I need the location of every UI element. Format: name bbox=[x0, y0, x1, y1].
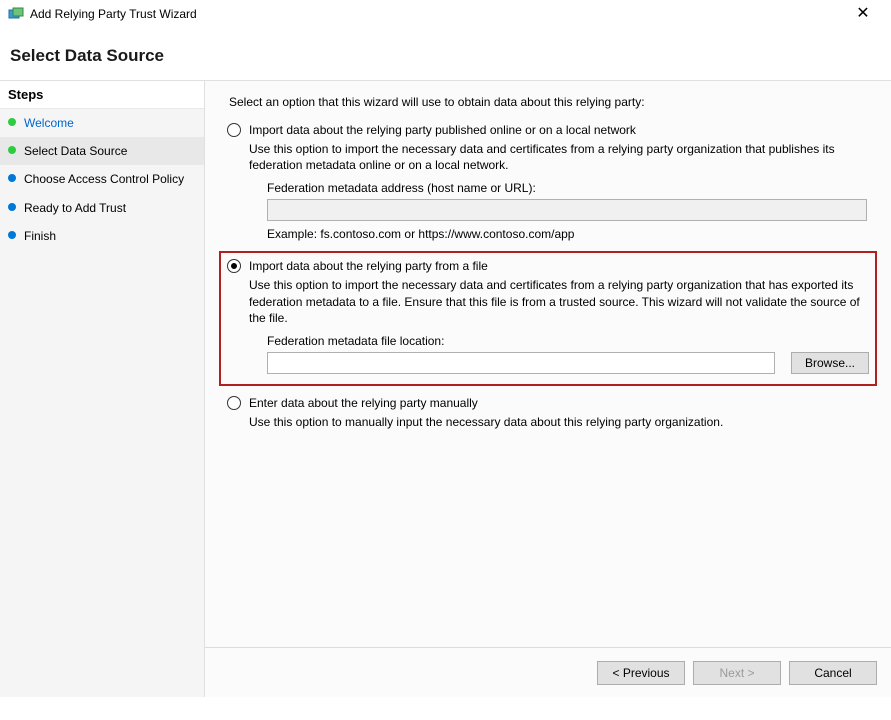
step-label: Ready to Add Trust bbox=[24, 200, 126, 216]
cancel-button[interactable]: Cancel bbox=[789, 661, 877, 685]
step-welcome[interactable]: Welcome bbox=[0, 109, 204, 137]
option-desc: Use this option to import the necessary … bbox=[249, 277, 869, 326]
radio-icon bbox=[227, 396, 241, 410]
step-ready-to-add-trust[interactable]: Ready to Add Trust bbox=[0, 194, 204, 222]
step-label: Choose Access Control Policy bbox=[24, 171, 184, 187]
metadata-file-input[interactable] bbox=[267, 352, 775, 374]
metadata-file-label: Federation metadata file location: bbox=[267, 334, 869, 348]
previous-button[interactable]: < Previous bbox=[597, 661, 685, 685]
option-import-online: Import data about the relying party publ… bbox=[219, 121, 877, 251]
app-icon bbox=[8, 6, 24, 22]
radio-label: Enter data about the relying party manua… bbox=[249, 396, 478, 410]
step-label: Welcome bbox=[24, 115, 74, 131]
radio-import-file[interactable]: Import data about the relying party from… bbox=[227, 259, 869, 273]
window-title: Add Relying Party Trust Wizard bbox=[30, 7, 843, 21]
radio-icon bbox=[227, 123, 241, 137]
metadata-address-input bbox=[267, 199, 867, 221]
steps-sidebar: Steps Welcome Select Data Source Choose … bbox=[0, 81, 205, 697]
radio-label: Import data about the relying party publ… bbox=[249, 123, 636, 137]
content-panel: Select an option that this wizard will u… bbox=[205, 81, 891, 697]
instruction-text: Select an option that this wizard will u… bbox=[229, 95, 877, 109]
option-desc: Use this option to manually input the ne… bbox=[249, 414, 869, 430]
next-button: Next > bbox=[693, 661, 781, 685]
wizard-footer: < Previous Next > Cancel bbox=[205, 647, 891, 697]
step-label: Select Data Source bbox=[24, 143, 127, 159]
step-label: Finish bbox=[24, 228, 56, 244]
step-choose-access-control[interactable]: Choose Access Control Policy bbox=[0, 165, 204, 193]
radio-manual[interactable]: Enter data about the relying party manua… bbox=[227, 396, 869, 410]
page-heading: Select Data Source bbox=[0, 28, 891, 80]
bullet-icon bbox=[8, 203, 16, 211]
step-select-data-source[interactable]: Select Data Source bbox=[0, 137, 204, 165]
option-import-file: Import data about the relying party from… bbox=[219, 251, 877, 386]
browse-button[interactable]: Browse... bbox=[791, 352, 869, 374]
bullet-icon bbox=[8, 146, 16, 154]
option-desc: Use this option to import the necessary … bbox=[249, 141, 869, 173]
step-finish[interactable]: Finish bbox=[0, 222, 204, 250]
file-input-row: Browse... bbox=[267, 352, 869, 374]
bullet-icon bbox=[8, 231, 16, 239]
example-text: Example: fs.contoso.com or https://www.c… bbox=[267, 227, 869, 241]
close-icon[interactable]: ✕ bbox=[843, 6, 883, 22]
bullet-icon bbox=[8, 174, 16, 182]
option-manual: Enter data about the relying party manua… bbox=[219, 394, 877, 448]
radio-icon bbox=[227, 259, 241, 273]
metadata-address-label: Federation metadata address (host name o… bbox=[267, 181, 869, 195]
steps-header: Steps bbox=[0, 81, 204, 109]
titlebar: Add Relying Party Trust Wizard ✕ bbox=[0, 0, 891, 28]
wizard-body: Steps Welcome Select Data Source Choose … bbox=[0, 80, 891, 697]
bullet-icon bbox=[8, 118, 16, 126]
radio-label: Import data about the relying party from… bbox=[249, 259, 488, 273]
radio-import-online[interactable]: Import data about the relying party publ… bbox=[227, 123, 869, 137]
